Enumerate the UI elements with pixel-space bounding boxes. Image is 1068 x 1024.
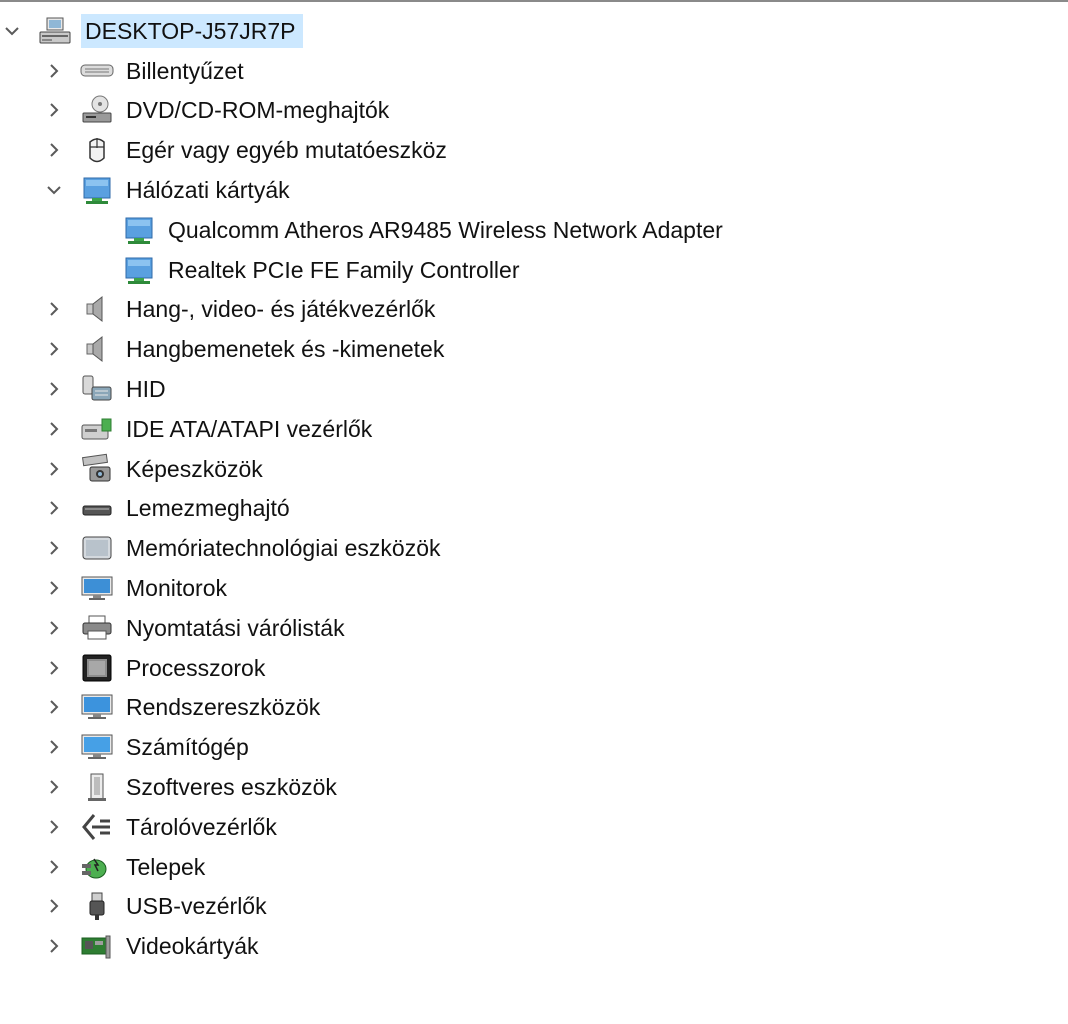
memory-device-icon [80,532,114,564]
tree-root-computer[interactable]: DESKTOP-J57JR7P [0,11,1068,51]
display-adapter-icon [80,930,114,962]
tree-device-qualcomm-atheros-ar9485-wireless-network-adapter-label: Qualcomm Atheros AR9485 Wireless Network… [168,216,723,243]
keyboard-icon [80,55,114,87]
chevron-right-icon[interactable] [44,140,64,160]
system-device-icon [80,691,114,723]
network-adapter-icon [122,254,156,286]
chevron-right-icon[interactable] [44,896,64,916]
chevron-right-icon[interactable] [44,61,64,81]
network-adapter-icon [80,174,114,206]
chevron-right-icon[interactable] [44,100,64,120]
camera-icon [80,453,114,485]
network-adapter-icon [122,214,156,246]
tree-category-hangbemenetek-es-kimenetek-label: Hangbemenetek és -kimenetek [126,336,445,363]
chevron-right-icon[interactable] [44,459,64,479]
chevron-right-icon[interactable] [44,419,64,439]
disk-drive-icon [80,492,114,524]
tree-category-processzorok[interactable]: Processzorok [0,648,1068,688]
tree-category-telepek-label: Telepek [126,853,206,880]
tree-category-hang-video-es-jatekvezerlok[interactable]: Hang-, video- és játékvezérlők [0,290,1068,330]
tree-category-rendszereszkozok[interactable]: Rendszereszközök [0,688,1068,728]
tree-category-kepeszkozok[interactable]: Képeszközök [0,449,1068,489]
tree-category-eger-vagy-egyeb-mutatoeszkoz[interactable]: Egér vagy egyéb mutatóeszköz [0,130,1068,170]
tree-category-lemezmeghajto-label: Lemezmeghajtó [126,495,290,522]
battery-icon [80,851,114,883]
tree-category-videokartyak[interactable]: Videokártyák [0,926,1068,966]
tree-category-szamitogep-label: Számítógép [126,734,249,761]
tree-category-szoftveres-eszkozok-label: Szoftveres eszközök [126,774,337,801]
chevron-right-icon[interactable] [44,299,64,319]
chevron-right-icon[interactable] [44,777,64,797]
chevron-right-icon[interactable] [44,339,64,359]
tree-category-ide-ata-atapi-vezerlok[interactable]: IDE ATA/ATAPI vezérlők [0,409,1068,449]
chevron-right-icon[interactable] [44,498,64,518]
printer-icon [80,612,114,644]
tree-category-hangbemenetek-es-kimenetek[interactable]: Hangbemenetek és -kimenetek [0,329,1068,369]
tree-category-dvd-cd-rom-meghajtok[interactable]: DVD/CD-ROM-meghajtók [0,91,1068,131]
tree-category-lemezmeghajto[interactable]: Lemezmeghajtó [0,489,1068,529]
chevron-right-icon[interactable] [44,658,64,678]
tree-category-memoriatechnologiai-eszkozok[interactable]: Memóriatechnológiai eszközök [0,528,1068,568]
tree-root-computer-label: DESKTOP-J57JR7P [81,13,304,48]
speaker-icon [80,293,114,325]
tree-category-memoriatechnologiai-eszkozok-label: Memóriatechnológiai eszközök [126,535,441,562]
tree-category-nyomtatasi-varolistak[interactable]: Nyomtatási várólisták [0,608,1068,648]
tree-category-ide-ata-atapi-vezerlok-label: IDE ATA/ATAPI vezérlők [126,415,373,442]
chevron-right-icon[interactable] [44,737,64,757]
tree-category-processzorok-label: Processzorok [126,654,266,681]
tree-category-billentyuzet-label: Billentyűzet [126,57,244,84]
dvd-drive-icon [80,94,114,126]
tree-device-realtek-pcie-fe-family-controller-label: Realtek PCIe FE Family Controller [168,256,520,283]
chevron-right-icon[interactable] [44,379,64,399]
tree-category-kepeszkozok-label: Képeszközök [126,455,263,482]
computer-monitor-icon [80,731,114,763]
tree-category-nyomtatasi-varolistak-label: Nyomtatási várólisták [126,614,345,641]
chevron-right-icon[interactable] [44,618,64,638]
mouse-icon [80,134,114,166]
software-device-icon [80,771,114,803]
storage-controller-icon [80,811,114,843]
tree-device-realtek-pcie-fe-family-controller[interactable]: Realtek PCIe FE Family Controller [0,250,1068,290]
tree-category-billentyuzet[interactable]: Billentyűzet [0,51,1068,91]
chevron-right-icon[interactable] [44,697,64,717]
tree-category-halozati-kartyak-label: Hálózati kártyák [126,177,290,204]
chevron-down-icon[interactable] [44,180,64,200]
tree-category-tarolovezerlok-label: Tárolóvezérlők [126,813,277,840]
monitor-icon [80,572,114,604]
computer-icon [38,15,72,47]
chevron-right-icon[interactable] [44,817,64,837]
window-top-border [0,0,1068,8]
tree-category-hang-video-es-jatekvezerlok-label: Hang-, video- és játékvezérlők [126,296,436,323]
hid-icon [80,373,114,405]
chevron-right-icon[interactable] [44,578,64,598]
tree-category-usb-vezerlok[interactable]: USB-vezérlők [0,887,1068,927]
tree-category-monitorok-label: Monitorok [126,575,227,602]
tree-category-halozati-kartyak[interactable]: Hálózati kártyák [0,170,1068,210]
tree-category-eger-vagy-egyeb-mutatoeszkoz-label: Egér vagy egyéb mutatóeszköz [126,137,447,164]
tree-category-szoftveres-eszkozok[interactable]: Szoftveres eszközök [0,767,1068,807]
processor-icon [80,652,114,684]
tree-category-hid-label: HID [126,376,166,403]
speaker-icon [80,333,114,365]
tree-device-qualcomm-atheros-ar9485-wireless-network-adapter[interactable]: Qualcomm Atheros AR9485 Wireless Network… [0,210,1068,250]
tree-category-rendszereszkozok-label: Rendszereszközök [126,694,321,721]
tree-category-monitorok[interactable]: Monitorok [0,568,1068,608]
chevron-right-icon[interactable] [44,538,64,558]
tree-category-hid[interactable]: HID [0,369,1068,409]
tree-category-szamitogep[interactable]: Számítógép [0,727,1068,767]
tree-category-usb-vezerlok-label: USB-vezérlők [126,893,267,920]
tree-category-telepek[interactable]: Telepek [0,847,1068,887]
chevron-right-icon[interactable] [44,936,64,956]
ide-controller-icon [80,413,114,445]
tree-category-dvd-cd-rom-meghajtok-label: DVD/CD-ROM-meghajtók [126,97,390,124]
chevron-down-icon[interactable] [2,21,22,41]
tree-category-videokartyak-label: Videokártyák [126,933,259,960]
usb-icon [80,890,114,922]
tree-category-tarolovezerlok[interactable]: Tárolóvezérlők [0,807,1068,847]
device-tree[interactable]: DESKTOP-J57JR7P Billentyűzet DVD/CD-ROM-me… [0,11,1068,966]
chevron-right-icon[interactable] [44,857,64,877]
